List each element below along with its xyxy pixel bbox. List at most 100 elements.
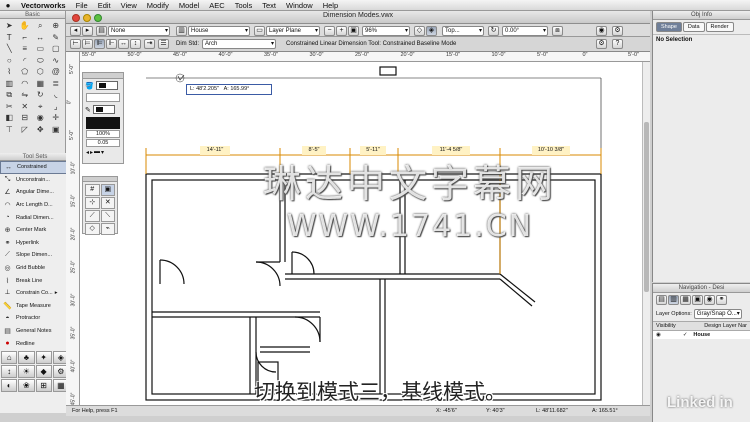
nav-viewports-icon[interactable]: ▣ [692,295,703,305]
drawing-canvas[interactable]: L: 48'2.205" A: 165.99° 14'-11" 8'-5" 5'… [80,62,650,405]
opacity-field[interactable]: 100% [86,130,120,138]
toolset-furniture-icon[interactable]: ✦ [35,350,52,364]
selection-tool-icon[interactable]: ➤ [2,21,17,32]
tool-break-line[interactable]: ⌇ Break Line [0,274,70,287]
round-wall-tool-icon[interactable]: ◠ [18,79,33,90]
fit-to-window-icon[interactable]: ▣ [348,25,359,36]
saved-views-icon[interactable]: ◉ [596,25,607,36]
clip-cube-icon[interactable]: ⧈ [552,25,563,36]
toolset-site-icon[interactable]: ♣ [18,350,35,364]
mirror-tool-icon[interactable]: ⇋ [18,90,33,101]
forward-icon[interactable]: ▸ [82,25,93,36]
snap-grid-icon[interactable]: # [85,184,100,196]
toolset-landmark-icon[interactable]: ❀ [18,378,35,392]
dimension-label[interactable]: 14'-11" [200,146,230,155]
pen-swatch[interactable] [92,105,115,114]
tool-grid-bubble[interactable]: ◎ Grid Bubble [0,262,70,275]
rounded-rect-tool-icon[interactable]: ▢ [49,44,64,55]
tool-hyperlink[interactable]: ⚭ Hyperlink [0,237,70,250]
tool-arc-length-dimension[interactable]: ◠ Arc Length D... [0,199,70,212]
reshape-tool-icon[interactable]: ⌖ [33,102,48,113]
zoom-field[interactable]: 96% [362,25,410,36]
locus-tool-icon[interactable]: ✛ [49,113,64,124]
nav-saved-views-icon[interactable]: ◉ [704,295,715,305]
arrowhead-right-icon[interactable]: ▸ [90,149,93,156]
tool-protractor[interactable]: ◓ Protractor [0,312,70,325]
tool-constrain-coincident[interactable]: ⟂ Constrain Co... ▸ [0,287,70,300]
toolset-dims-notes-icon[interactable]: ↕ [1,364,18,378]
zoom-out-icon[interactable]: − [324,25,335,36]
line-tool-icon[interactable]: ╲ [2,44,17,55]
menu-text[interactable]: Text [257,0,281,11]
apple-icon[interactable]: ● [0,1,16,10]
fillet-tool-icon[interactable]: ◟ [49,90,64,101]
move-tool-icon[interactable]: ✥ [33,125,48,136]
oval-tool-icon[interactable]: ⬭ [33,56,48,67]
snap-tangent-icon[interactable]: ◇ [85,223,100,235]
menu-modify[interactable]: Modify [142,0,174,11]
line-thickness-field[interactable]: 0.05 [86,139,120,147]
vertical-scrollbar[interactable] [642,62,650,405]
toolset-3d-modeling-icon[interactable]: ◆ [35,364,52,378]
visible-eye-icon[interactable]: ◉ [656,332,661,338]
toolset-visualization-icon[interactable]: ☀ [18,364,35,378]
circle-tool-icon[interactable]: ○ [2,56,17,67]
snap-settings-icon[interactable]: ⚙ [596,39,607,49]
arrowhead-left-icon[interactable]: ◂ [86,149,89,156]
tool-redline[interactable]: ● Redline [0,337,70,350]
dimension-label[interactable]: 5'-11" [360,146,386,155]
class-icon[interactable]: ▤ [96,25,107,36]
menu-app[interactable]: Vectorworks [16,0,71,11]
tab-render[interactable]: Render [705,22,734,32]
snap-intersection-icon[interactable]: ✕ [100,197,115,209]
projection-icon[interactable]: ◇ [414,25,425,36]
settings-gear-icon[interactable]: ⚙ [612,25,623,36]
double-line-tool-icon[interactable]: ≡ [18,44,33,55]
baseline-mode-icon[interactable]: ⊫ [94,39,105,49]
drop-shadow-tool-icon[interactable]: ▣ [49,125,64,136]
horizontal-mode-icon[interactable]: ↔ [118,39,129,49]
zoom-tool-icon[interactable]: ⌕ [33,21,48,32]
eyedropper-tool-icon[interactable]: ✎ [49,33,64,44]
trim-tool-icon[interactable]: ✂ [2,102,17,113]
nav-sheet-layers-icon[interactable]: ▦ [680,295,691,305]
snap-angle-icon[interactable]: ⊹ [85,197,100,209]
menu-view[interactable]: View [116,0,142,11]
dimension-label[interactable]: 11'-4 5/8" [432,146,470,155]
tool-center-mark[interactable]: ⊕ Center Mark [0,224,70,237]
regular-polygon-tool-icon[interactable]: ⬡ [33,67,48,78]
callout-tool-icon[interactable]: ⌐ [18,33,33,44]
tool-angular-dimension[interactable]: ∠ Angular Dime... [0,186,70,199]
offset-tool-icon[interactable]: ⧉ [2,90,17,101]
dimension-tool-icon[interactable]: ↔ [33,33,48,44]
connect-tool-icon[interactable]: ⌟ [49,102,64,113]
tool-constrained-linear[interactable]: ↔ Constrained [0,161,70,174]
class-select[interactable]: None [108,25,170,36]
zoom-in-icon[interactable]: + [336,25,347,36]
layer-options-select[interactable]: Gray/Snap O... [693,309,742,319]
arrowhead-menu-icon[interactable]: ▾ [101,149,104,156]
cumulative-mode-icon[interactable]: ⇥ [144,39,155,49]
pen-style-swatch[interactable] [86,117,120,129]
text-tool-icon[interactable]: T [2,33,17,44]
back-icon[interactable]: ◂ [70,25,81,36]
toolset-spotlight-icon[interactable]: ◐ [1,378,18,392]
snap-smart-edge-icon[interactable]: ⟍ [100,210,115,222]
attribute-mapping-tool-icon[interactable]: ◧ [2,113,17,124]
dimension-label[interactable]: 8'-5" [302,146,326,155]
rotation-field[interactable]: 0.00° [502,25,548,36]
ordinate-mode-icon[interactable]: ⊩ [106,39,117,49]
polyline-tool-icon[interactable]: ⌇ [2,67,17,78]
snap-distance-icon[interactable]: ⟋ [85,210,100,222]
polygon-tool-icon[interactable]: ⬠ [18,67,33,78]
toolset-mep-icon[interactable]: ⊞ [35,378,52,392]
clip-tool-icon[interactable]: ⊟ [18,113,33,124]
chamfer-tool-icon[interactable]: ◸ [18,125,33,136]
layer-icon[interactable]: ▥ [176,25,187,36]
dimension-preferences-icon[interactable]: ☰ [158,39,169,49]
toolset-building-shell-icon[interactable]: ⌂ [1,350,18,364]
layer-row[interactable]: ◉ ✓ House [653,331,750,339]
stair-tool-icon[interactable]: ≣ [49,79,64,90]
wall-join-tool-icon[interactable]: ⊤ [2,125,17,136]
tool-unconstrained-linear[interactable]: ⤡ Unconstrain... [0,174,70,187]
